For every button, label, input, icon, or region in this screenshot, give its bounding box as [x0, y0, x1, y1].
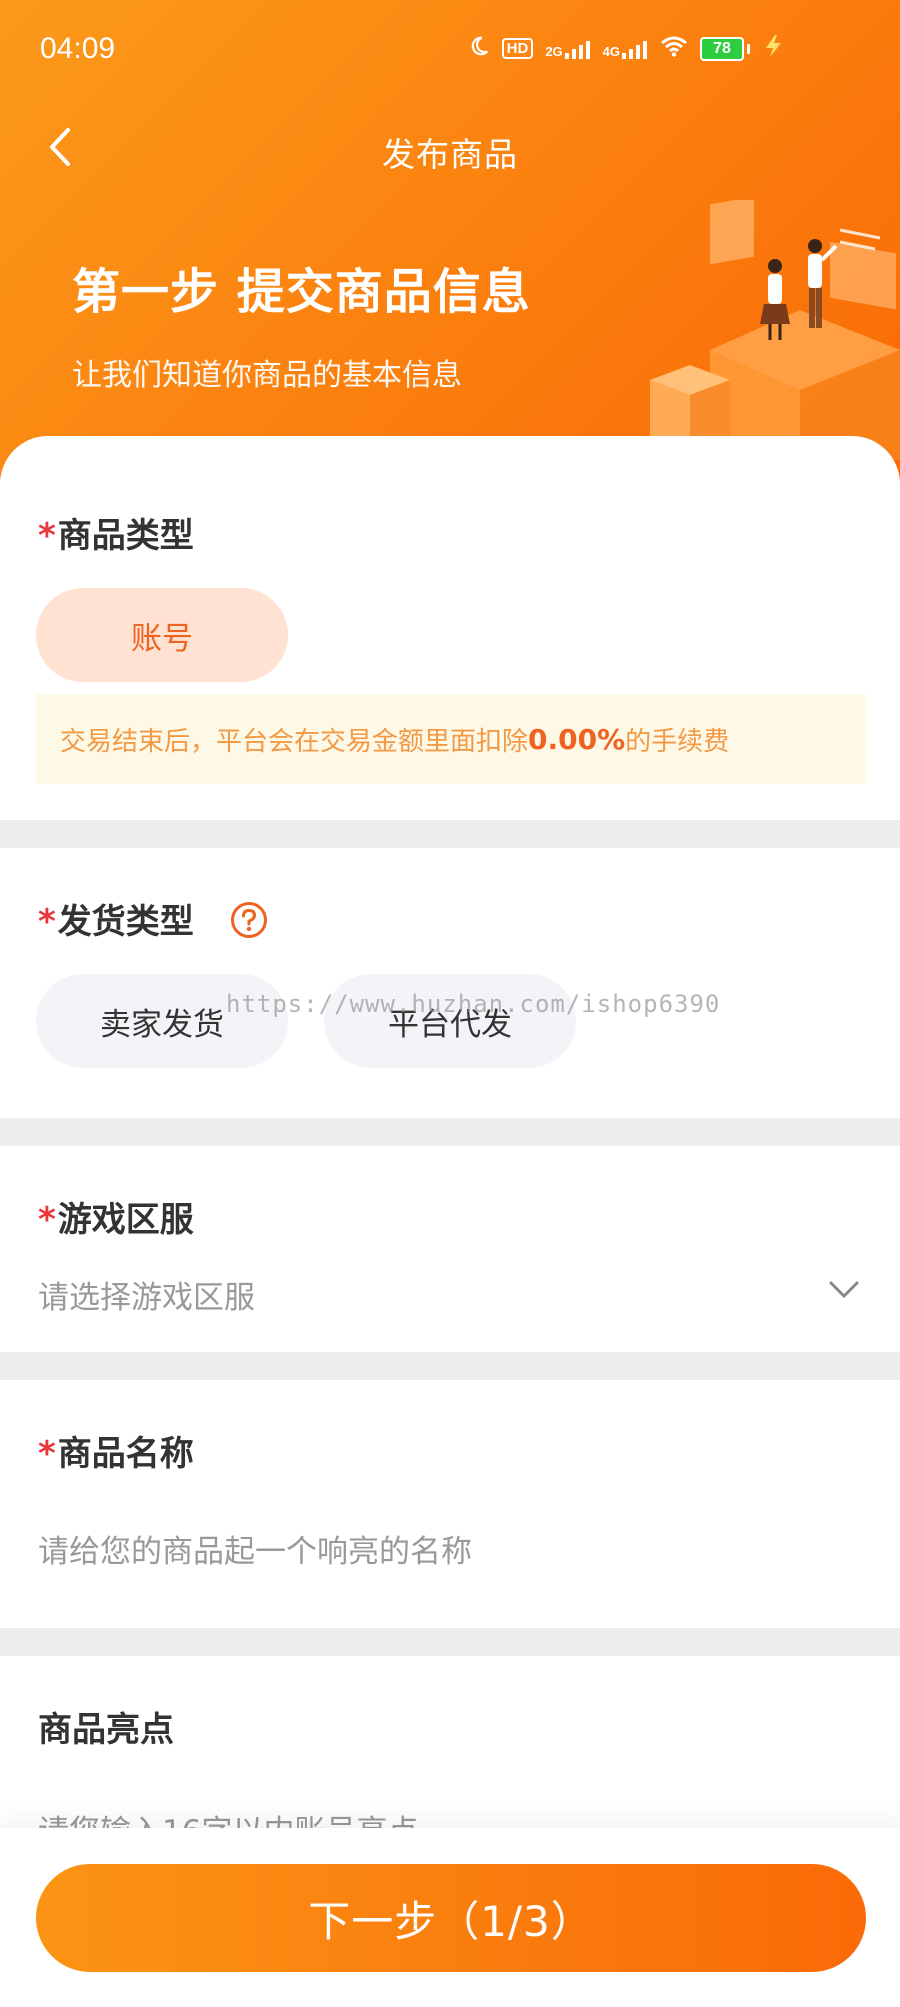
fee-notice: 交易结束后，平台会在交易金额里面扣除 0.00% 的手续费 — [36, 694, 866, 784]
next-step-button[interactable]: 下一步（1/3） — [36, 1864, 866, 1972]
product-type-title: *商品类型 — [38, 508, 194, 557]
battery-icon: 78 — [700, 36, 750, 61]
product-type-option-account[interactable]: 账号 — [36, 588, 288, 682]
fee-notice-prefix: 交易结束后，平台会在交易金额里面扣除 — [60, 726, 529, 757]
charging-icon — [762, 34, 784, 63]
status-time: 04:09 — [40, 32, 116, 65]
delivery-type-section: *发货类型 卖家发货 平台代发 — [0, 848, 900, 1118]
server-title-text: 游戏区服 — [57, 1200, 194, 1240]
required-star: * — [38, 1200, 56, 1240]
delivery-type-title: *发货类型 — [38, 894, 268, 948]
product-name-title: *商品名称 — [38, 1426, 194, 1475]
chevron-down-icon[interactable] — [828, 1280, 860, 1300]
highlights-title: 商品亮点 — [38, 1710, 174, 1750]
fee-notice-suffix: 的手续费 — [625, 726, 730, 757]
question-circle-icon[interactable] — [230, 901, 268, 948]
nav-title: 发布商品 — [382, 135, 518, 174]
delivery-option-platform[interactable]: 平台代发 — [324, 974, 576, 1068]
wifi-icon — [660, 35, 688, 62]
signal-4g-icon: 4G — [603, 39, 648, 59]
server-section[interactable]: *游戏区服 请选择游戏区服 — [0, 1146, 900, 1352]
signal-4g-label: 4G — [602, 43, 620, 59]
signal-2g-label: 2G — [545, 43, 563, 59]
fee-rate: 0.00% — [528, 722, 626, 756]
battery-level: 78 — [700, 36, 744, 61]
moon-icon — [468, 35, 490, 62]
battery-tip — [747, 43, 750, 54]
required-star: * — [38, 1434, 56, 1474]
page-header: 04:09 HD 2G 4G 78 发布商品 第一步 提交商品信息 让我们知道你… — [0, 0, 900, 480]
delivery-type-title-text: 发货类型 — [57, 902, 194, 942]
delivery-option-seller[interactable]: 卖家发货 — [36, 974, 288, 1068]
status-icons: HD 2G 4G 78 — [468, 34, 784, 63]
product-name-input[interactable]: 请给您的商品起一个响亮的名称 — [38, 1526, 472, 1571]
server-select[interactable]: 请选择游戏区服 — [38, 1272, 255, 1317]
required-star: * — [38, 902, 56, 942]
header-illustration — [650, 200, 900, 460]
watermark: https://www.huzhan.com/ishop6390 — [226, 990, 721, 1018]
product-type-title-text: 商品类型 — [57, 516, 194, 556]
product-name-section: *商品名称 请给您的商品起一个响亮的名称 — [0, 1380, 900, 1628]
server-title: *游戏区服 — [38, 1192, 194, 1241]
hd-icon: HD — [501, 38, 534, 59]
required-star: * — [38, 516, 56, 556]
step-title: 第一步 提交商品信息 — [72, 264, 531, 320]
signal-2g-icon: 2G — [545, 39, 590, 59]
product-name-title-text: 商品名称 — [57, 1434, 194, 1474]
step-subtitle: 让我们知道你商品的基本信息 — [72, 358, 462, 393]
